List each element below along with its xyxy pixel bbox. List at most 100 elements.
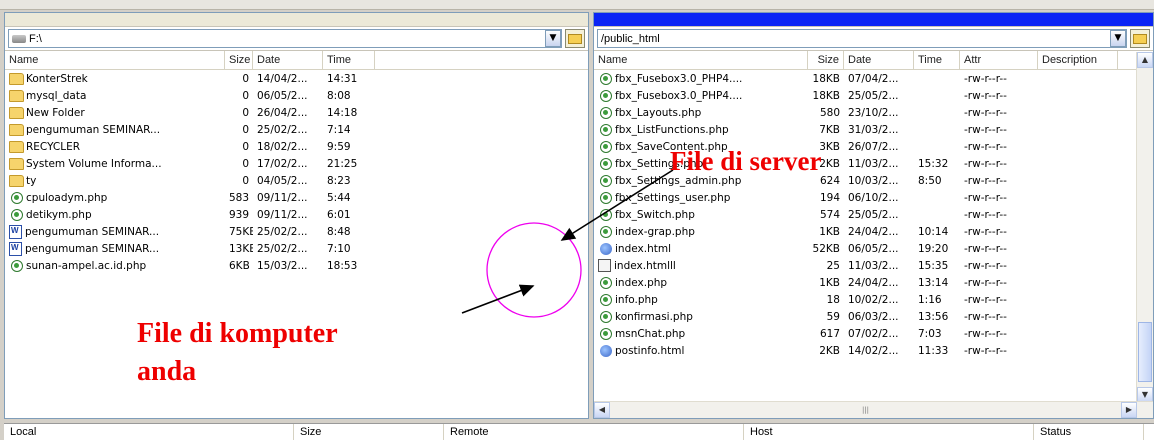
file-row[interactable]: postinfo.html 2KB 14/02/2... 11:33 -rw-r--r-… — [594, 342, 1153, 359]
file-name-text: index.html — [615, 242, 671, 255]
file-row[interactable]: msnChat.php 617 07/02/2... 7:03 -rw-r--r-- — [594, 325, 1153, 342]
file-size-cell: 2KB — [819, 344, 840, 357]
file-row[interactable]: index.html 52KB 06/05/2... 19:20 -rw-r--r-- — [594, 240, 1153, 257]
file-row[interactable]: fbx_Switch.php 574 25/05/2... -rw-r--r-- — [594, 206, 1153, 223]
file-size-cell: 1KB — [819, 276, 840, 289]
file-row[interactable]: RECYCLER 0 18/02/2... 9:59 — [5, 138, 588, 155]
file-name-cell: fbx_Fusebox3.0_PHP4.... — [594, 72, 808, 85]
file-name-cell: index.htmlll — [594, 259, 808, 272]
file-date-cell: 11/03/2... — [848, 259, 899, 272]
file-row[interactable]: pengumuman SEMINAR... 13KB 25/02/2... 7:10 — [5, 240, 588, 257]
remote-path-combobox[interactable]: /public_html — [597, 29, 1127, 48]
file-row[interactable]: info.php 18 10/02/2... 1:16 -rw-r--r-- — [594, 291, 1153, 308]
file-row[interactable]: pengumuman SEMINAR... 75KB 25/02/2... 8:48 — [5, 223, 588, 240]
php-file-icon — [600, 276, 612, 289]
file-size-cell: 0 — [242, 140, 249, 153]
queue-col-local[interactable]: Local — [4, 424, 294, 440]
file-date-cell: 25/02/2... — [257, 123, 308, 136]
file-row[interactable]: index.htmlll 25 11/03/2... 15:35 -rw-r--r-- — [594, 257, 1153, 274]
file-name-cell: New Folder — [5, 106, 225, 119]
file-row[interactable]: System Volume Informa... 0 17/02/2... 21:25 — [5, 155, 588, 172]
local-path-dropdown-button[interactable]: ▼ — [545, 30, 561, 47]
file-size-cell: 583 — [229, 191, 250, 204]
file-name-text: fbx_ListFunctions.php — [615, 123, 729, 136]
col-header-description[interactable]: Description — [1038, 51, 1118, 69]
file-row[interactable]: sunan-ampel.ac.id.php 6KB 15/03/2... 18:53 — [5, 257, 588, 274]
php-file-icon — [600, 208, 612, 221]
file-row[interactable]: fbx_Fusebox3.0_PHP4.... 18KB 07/04/2... -rw… — [594, 70, 1153, 87]
file-row[interactable]: fbx_Settings_user.php 194 06/10/2... -rw-r-… — [594, 189, 1153, 206]
scroll-up-arrow-icon[interactable]: ▲ — [1137, 52, 1153, 68]
file-time-cell: 18:53 — [327, 259, 358, 272]
file-size-cell: 0 — [242, 174, 249, 187]
file-row[interactable]: cpuloadym.php 583 09/11/2... 5:44 — [5, 189, 588, 206]
file-attr-cell: -rw-r--r-- — [964, 293, 1007, 306]
file-attr-cell: -rw-r--r-- — [964, 72, 1007, 85]
file-row[interactable]: ty 0 04/05/2... 8:23 — [5, 172, 588, 189]
col-header-time[interactable]: Time — [914, 51, 960, 69]
file-date-cell: 25/05/2... — [848, 89, 899, 102]
col-header-name[interactable]: Name — [594, 51, 808, 69]
file-name-text: sunan-ampel.ac.id.php — [26, 259, 147, 272]
file-size-cell: 939 — [229, 208, 250, 221]
file-attr-cell: -rw-r--r-- — [964, 259, 1007, 272]
col-header-name[interactable]: Name — [5, 51, 225, 69]
file-row[interactable]: konfirmasi.php 59 06/03/2... 13:56 -rw-r--r-… — [594, 308, 1153, 325]
file-row[interactable]: fbx_ListFunctions.php 7KB 31/03/2... -rw-r-… — [594, 121, 1153, 138]
file-row[interactable]: index.php 1KB 24/04/2... 13:14 -rw-r--r-- — [594, 274, 1153, 291]
file-attr-cell: -rw-r--r-- — [964, 208, 1007, 221]
php-file-icon — [11, 208, 23, 221]
file-name-cell: ty — [5, 174, 225, 187]
queue-col-remote[interactable]: Remote — [444, 424, 744, 440]
local-parent-folder-button[interactable] — [565, 29, 585, 48]
file-date-cell: 24/04/2... — [848, 276, 899, 289]
col-header-attr[interactable]: Attr — [960, 51, 1038, 69]
drive-icon — [12, 34, 26, 43]
local-path-combobox[interactable]: F:\ — [8, 29, 562, 48]
col-header-date[interactable]: Date — [253, 51, 323, 69]
file-row[interactable]: mysql_data 0 06/05/2... 8:08 — [5, 87, 588, 104]
php-file-icon — [600, 106, 612, 119]
remote-path-dropdown-button[interactable]: ▼ — [1110, 30, 1126, 47]
file-row[interactable]: pengumuman SEMINAR... 0 25/02/2... 7:14 — [5, 121, 588, 138]
transfer-queue-header: Local Size Remote Host Status — [4, 423, 1154, 440]
remote-vertical-scrollbar[interactable]: ▲ ▼ — [1136, 52, 1153, 403]
scroll-right-arrow-icon[interactable]: ▶ — [1120, 402, 1137, 418]
file-row[interactable]: fbx_Fusebox3.0_PHP4.... 18KB 25/05/2... -rw… — [594, 87, 1153, 104]
file-name-text: pengumuman SEMINAR... — [26, 123, 161, 136]
file-row[interactable]: detikym.php 939 09/11/2... 6:01 — [5, 206, 588, 223]
file-name-cell: postinfo.html — [594, 344, 808, 357]
remote-horizontal-scrollbar[interactable]: ◀ ||| ▶ — [594, 401, 1153, 418]
file-date-cell: 25/02/2... — [257, 225, 308, 238]
file-name-text: info.php — [615, 293, 658, 306]
file-name-text: index.php — [615, 276, 668, 289]
remote-path-bar: /public_html ▼ — [594, 27, 1153, 51]
file-time-cell: 13:14 — [918, 276, 949, 289]
file-size-cell: 75KB — [229, 225, 253, 238]
scrollbar-thumb[interactable] — [1138, 322, 1152, 382]
folder-icon — [9, 89, 24, 102]
file-name-cell: index.php — [594, 276, 808, 289]
file-name-text: ty — [26, 174, 37, 187]
file-time-cell: 1:16 — [918, 293, 942, 306]
queue-col-status[interactable]: Status — [1034, 424, 1144, 440]
col-header-size[interactable]: Size — [808, 51, 844, 69]
file-attr-cell: -rw-r--r-- — [964, 225, 1007, 238]
php-file-icon — [600, 89, 612, 102]
remote-file-pane: /public_html ▼ Name Size Date Time Attr … — [593, 12, 1154, 419]
file-size-cell: 0 — [242, 123, 249, 136]
file-row[interactable]: index-grap.php 1KB 24/04/2... 10:14 -rw-r--r… — [594, 223, 1153, 240]
file-row[interactable]: New Folder 0 26/04/2... 14:18 — [5, 104, 588, 121]
php-file-icon — [600, 293, 612, 306]
file-row[interactable]: KonterStrek 0 14/04/2... 14:31 — [5, 70, 588, 87]
queue-col-size[interactable]: Size — [294, 424, 444, 440]
queue-col-host[interactable]: Host — [744, 424, 1034, 440]
file-size-cell: 59 — [826, 310, 840, 323]
file-name-text: fbx_Switch.php — [615, 208, 695, 221]
file-row[interactable]: fbx_Layouts.php 580 23/10/2... -rw-r--r-- — [594, 104, 1153, 121]
col-header-size[interactable]: Size — [225, 51, 253, 69]
col-header-date[interactable]: Date — [844, 51, 914, 69]
scroll-left-arrow-icon[interactable]: ◀ — [594, 402, 610, 418]
remote-parent-folder-button[interactable] — [1130, 29, 1150, 48]
col-header-time[interactable]: Time — [323, 51, 375, 69]
